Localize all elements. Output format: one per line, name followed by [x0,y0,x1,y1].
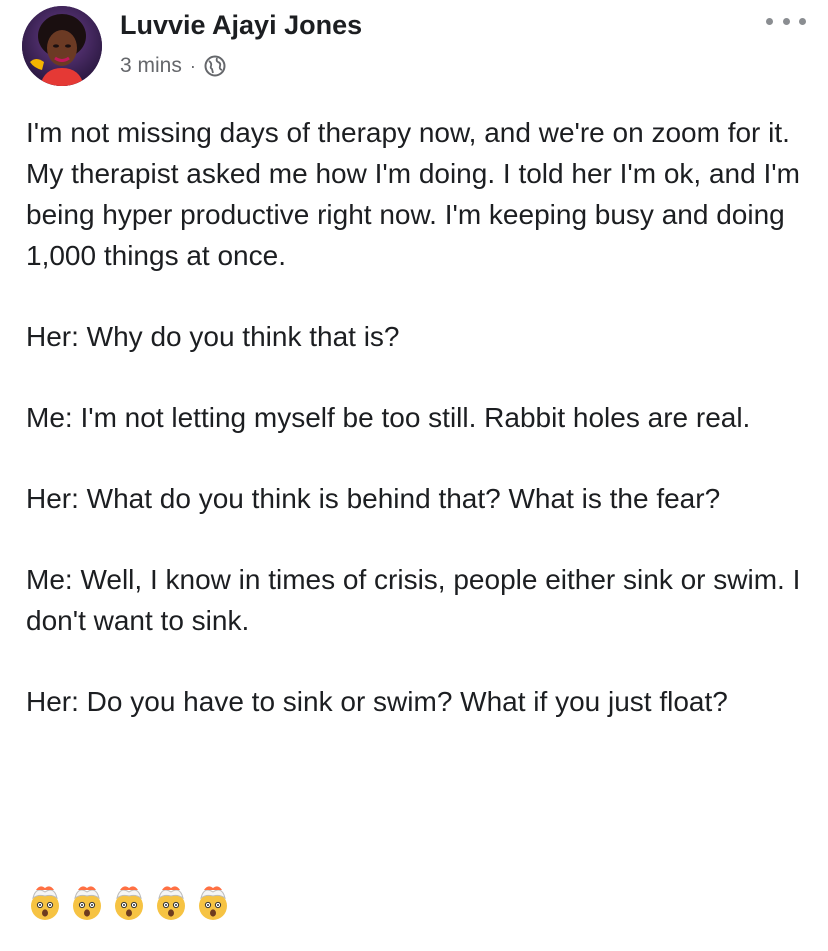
post-paragraph: Me: Well, I know in times of crisis, peo… [26,564,801,636]
exploding-head-emoji [73,886,101,920]
author-avatar[interactable] [22,6,102,86]
more-dot [766,17,773,25]
facebook-post: Luvvie Ajayi Jones 3 mins · I'm not miss… [0,0,828,951]
exploding-head-emoji [199,886,227,920]
more-options-icon[interactable] [766,10,806,32]
post-paragraph: I'm not missing days of therapy now, and… [26,117,800,271]
meta-separator: · [189,56,196,76]
avatar-image [22,6,102,86]
globe-icon[interactable] [204,55,226,77]
more-dot [782,17,790,25]
exploding-head-emoji [157,886,185,920]
post-header: Luvvie Ajayi Jones 3 mins · [22,6,806,86]
post-timestamp[interactable]: 3 mins [120,54,182,78]
more-dot [799,17,806,25]
post-paragraph: Her: Why do you think that is? [26,321,400,352]
post-paragraph: Her: Do you have to sink or swim? What i… [26,686,728,717]
emoji-row [26,884,232,932]
post-paragraph: Me: I'm not letting myself be too still.… [26,402,751,433]
exploding-head-emoji [31,886,59,920]
post-meta: 3 mins · [120,52,226,80]
exploding-head-emoji [115,886,143,920]
post-body: I'm not missing days of therapy now, and… [26,112,806,762]
author-name[interactable]: Luvvie Ajayi Jones [120,10,362,41]
post-paragraph: Her: What do you think is behind that? W… [26,483,721,514]
